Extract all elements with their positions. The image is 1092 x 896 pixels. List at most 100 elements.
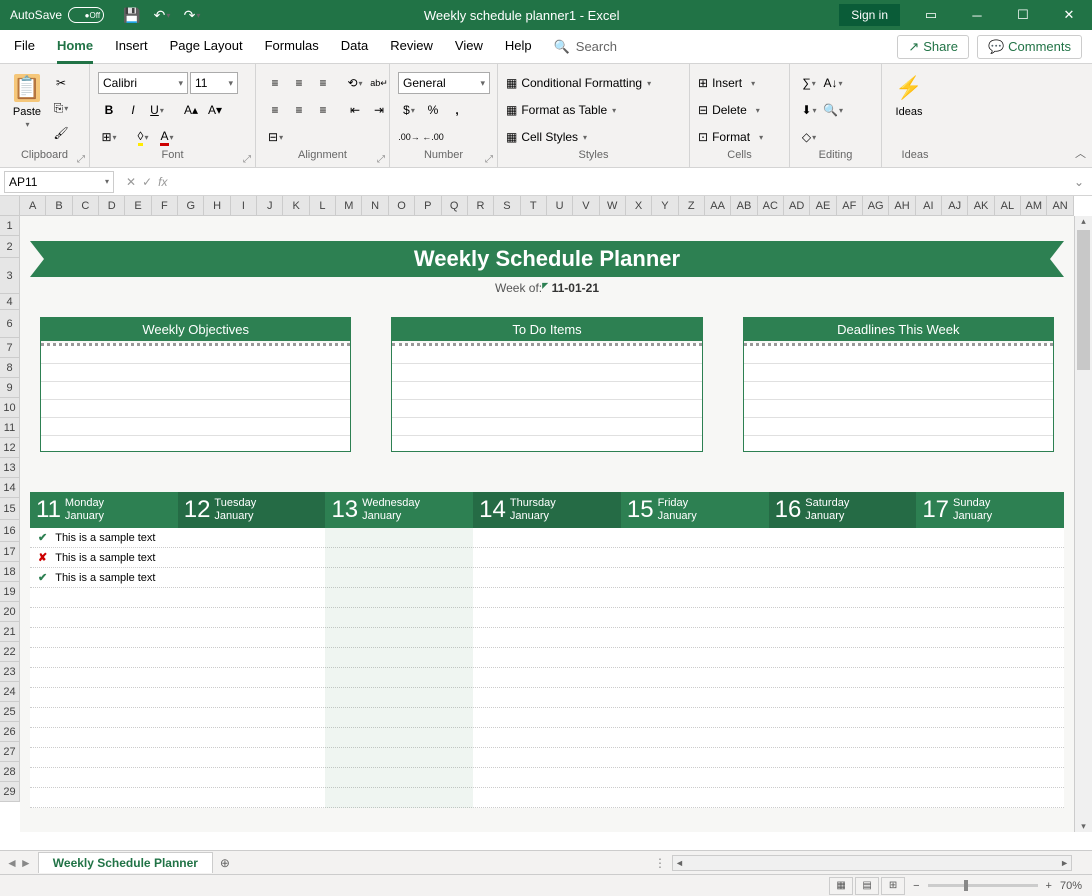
row-header[interactable]: 16 (0, 520, 19, 542)
column-header[interactable]: AD (784, 196, 810, 215)
worksheet-canvas[interactable]: Weekly Schedule Planner Week of:◤ 11-01-… (20, 216, 1074, 832)
task-row[interactable]: ✔This is a sample text (30, 528, 1064, 548)
tab-view[interactable]: View (455, 30, 483, 64)
underline-button[interactable]: U▾ (146, 99, 168, 121)
empty-row[interactable] (30, 748, 1064, 768)
row-header[interactable]: 3 (0, 258, 19, 294)
copy-icon[interactable]: ⎘▾ (50, 97, 72, 119)
column-header[interactable]: M (336, 196, 362, 215)
column-headers[interactable]: ABCDEFGHIJKLMNOPQRSTUVWXYZAAABACADAEAFAG… (20, 196, 1074, 216)
row-header[interactable]: 10 (0, 398, 19, 418)
row-header[interactable]: 23 (0, 662, 19, 682)
column-header[interactable]: A (20, 196, 46, 215)
row-header[interactable]: 4 (0, 294, 19, 310)
column-header[interactable]: O (389, 196, 415, 215)
add-sheet-button[interactable]: ⊕ (213, 856, 237, 870)
undo-icon[interactable]: ↶▾ (150, 3, 174, 27)
decrease-indent-icon[interactable]: ⇤ (344, 99, 366, 121)
column-header[interactable]: B (46, 196, 72, 215)
align-top-icon[interactable]: ≡ (264, 72, 286, 94)
redo-icon[interactable]: ↷▾ (180, 3, 204, 27)
column-header[interactable]: S (494, 196, 520, 215)
cancel-formula-icon[interactable]: ✕ (126, 175, 136, 189)
borders-button[interactable]: ⊞▾ (98, 126, 120, 148)
row-header[interactable]: 29 (0, 782, 19, 802)
decrease-font-icon[interactable]: A▾ (204, 99, 226, 121)
row-header[interactable]: 9 (0, 378, 19, 398)
task-row[interactable]: ✔This is a sample text (30, 568, 1064, 588)
fill-icon[interactable]: ⬇▾ (798, 99, 820, 121)
box-body[interactable] (744, 343, 1053, 451)
align-left-icon[interactable]: ≡ (264, 99, 286, 121)
column-header[interactable]: AG (863, 196, 889, 215)
empty-row[interactable] (30, 788, 1064, 808)
empty-row[interactable] (30, 768, 1064, 788)
increase-decimal-icon[interactable]: .00→ (398, 126, 420, 148)
bold-button[interactable]: B (98, 99, 120, 121)
column-header[interactable]: I (231, 196, 257, 215)
box-body[interactable] (392, 343, 701, 451)
row-header[interactable]: 27 (0, 742, 19, 762)
column-header[interactable]: R (468, 196, 494, 215)
expand-formula-icon[interactable]: ⌄ (1066, 175, 1092, 189)
toggle-switch[interactable]: ● Off (68, 7, 104, 23)
minimize-icon[interactable]: ─ (954, 0, 1000, 30)
empty-row[interactable] (30, 668, 1064, 688)
horizontal-scrollbar[interactable]: ◄► (672, 855, 1072, 871)
vertical-scrollbar[interactable]: ▴▾ (1074, 216, 1092, 832)
row-headers[interactable]: 1234678910111213141516171819202122232425… (0, 216, 20, 802)
tab-scroll-left-icon[interactable]: ◄ (6, 856, 18, 870)
dialog-launcher-icon[interactable]: ⤢ (377, 154, 385, 165)
column-header[interactable]: D (99, 196, 125, 215)
align-center-icon[interactable]: ≡ (288, 99, 310, 121)
font-family-select[interactable]: Calibri (98, 72, 188, 94)
autosum-icon[interactable]: ∑▾ (798, 72, 820, 94)
column-header[interactable]: AN (1047, 196, 1073, 215)
align-middle-icon[interactable]: ≡ (288, 72, 310, 94)
sort-icon[interactable]: A↓▾ (822, 72, 844, 94)
column-header[interactable]: AM (1021, 196, 1047, 215)
normal-view-icon[interactable]: ▦ (829, 877, 853, 895)
column-header[interactable]: H (204, 196, 230, 215)
empty-row[interactable] (30, 708, 1064, 728)
column-header[interactable]: AC (758, 196, 784, 215)
empty-row[interactable] (30, 608, 1064, 628)
insert-cells-button[interactable]: ⊞Insert▾ (698, 72, 759, 94)
signin-button[interactable]: Sign in (839, 4, 900, 26)
row-header[interactable]: 11 (0, 418, 19, 438)
zoom-level[interactable]: 70% (1060, 880, 1082, 892)
number-format-select[interactable]: General (398, 72, 490, 94)
column-header[interactable]: K (283, 196, 309, 215)
column-header[interactable]: G (178, 196, 204, 215)
align-right-icon[interactable]: ≡ (312, 99, 334, 121)
column-header[interactable]: N (362, 196, 388, 215)
fx-icon[interactable]: fx (158, 175, 167, 189)
week-of-value[interactable]: 11-01-21 (552, 281, 599, 295)
name-box[interactable]: AP11▾ (4, 171, 114, 193)
row-header[interactable]: 15 (0, 498, 19, 520)
row-header[interactable]: 8 (0, 358, 19, 378)
column-header[interactable]: P (415, 196, 441, 215)
comma-icon[interactable]: , (446, 99, 468, 121)
row-header[interactable]: 2 (0, 236, 19, 258)
tab-formulas[interactable]: Formulas (265, 30, 319, 64)
page-layout-view-icon[interactable]: ▤ (855, 877, 879, 895)
zoom-out-button[interactable]: − (913, 880, 919, 892)
delete-cells-button[interactable]: ⊟Delete▾ (698, 99, 764, 121)
column-header[interactable]: AE (810, 196, 836, 215)
page-break-view-icon[interactable]: ⊞ (881, 877, 905, 895)
tab-help[interactable]: Help (505, 30, 532, 64)
row-header[interactable]: 28 (0, 762, 19, 782)
row-header[interactable]: 7 (0, 338, 19, 358)
empty-row[interactable] (30, 728, 1064, 748)
format-painter-icon[interactable]: 🖌 (50, 122, 72, 144)
column-header[interactable]: Y (652, 196, 678, 215)
empty-row[interactable] (30, 648, 1064, 668)
close-icon[interactable]: ✕ (1046, 0, 1092, 30)
zoom-in-button[interactable]: + (1046, 880, 1052, 892)
row-header[interactable]: 6 (0, 310, 19, 338)
save-icon[interactable]: 💾 (120, 3, 144, 27)
row-header[interactable]: 25 (0, 702, 19, 722)
format-cells-button[interactable]: ⊡Format▾ (698, 126, 767, 148)
conditional-formatting-button[interactable]: ▦Conditional Formatting▾ (506, 72, 655, 94)
